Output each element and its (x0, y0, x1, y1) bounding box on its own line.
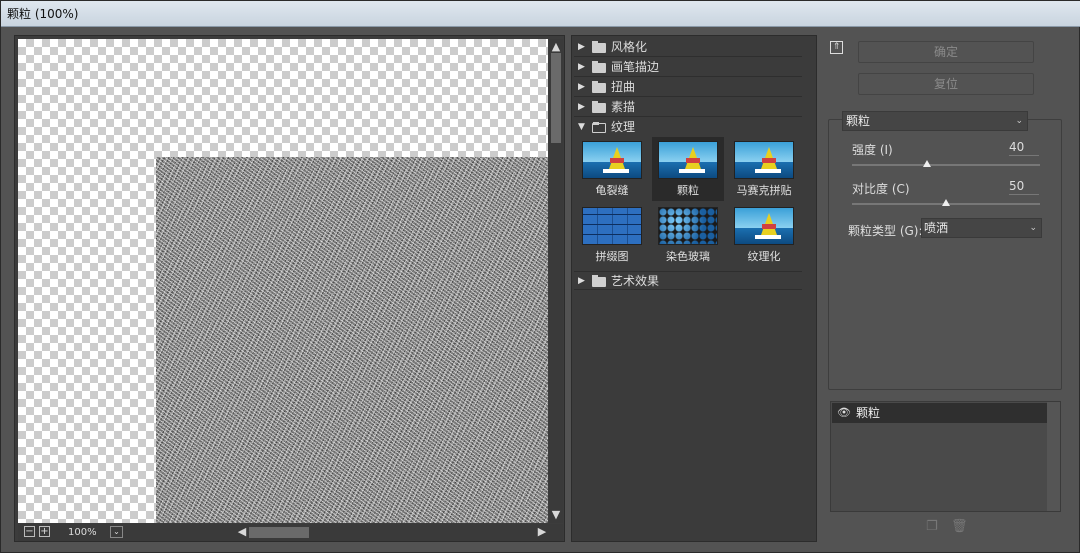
filter-gallery-window: 颗粒 (100%) ▲ ▼ − + 100% ⌄ ◀ ▶ ▶ 风格化 ▶ 画笔描… (0, 0, 1080, 553)
triangle-right-icon: ▶ (578, 42, 585, 52)
zoom-in-button[interactable]: + (39, 526, 50, 537)
intensity-label: 强度 (I) (852, 143, 893, 157)
horizontal-scrollbar[interactable]: ◀ ▶ (235, 525, 553, 540)
category-label: 风格化 (611, 40, 648, 54)
filter-label: 纹理化 (747, 250, 781, 263)
grain-type-select[interactable]: 喷洒 ⌄ (921, 218, 1042, 238)
filter-select-value: 颗粒 (846, 114, 871, 128)
filter-preview-image (734, 141, 794, 179)
triangle-right-icon: ▶ (578, 82, 585, 92)
window-title: 颗粒 (100%) (1, 1, 1080, 27)
filter-label: 颗粒 (677, 184, 699, 197)
open-folder-icon (592, 122, 606, 133)
filter-preview-image (582, 207, 642, 245)
chevron-down-icon: ⌄ (1015, 116, 1023, 126)
folder-icon (592, 61, 606, 73)
category-artistic[interactable]: ▶ 艺术效果 (574, 271, 802, 290)
contrast-value[interactable]: 50 (1009, 178, 1039, 195)
folder-icon (592, 81, 606, 93)
new-layer-icon[interactable]: ❐ (926, 519, 938, 534)
category-sketch[interactable]: ▶ 素描 (574, 98, 802, 117)
filter-preview-image (658, 141, 718, 179)
scroll-up-icon[interactable]: ▲ (549, 41, 563, 53)
category-label: 素描 (611, 100, 636, 114)
filter-gallery: ▶ 风格化 ▶ 画笔描边 ▶ 扭曲 ▶ 素描 ▼ 纹理 龟裂缝 颗粒 马赛克拼贴… (571, 35, 817, 542)
filter-thumb-grain[interactable]: 颗粒 (652, 137, 724, 201)
filter-label: 染色玻璃 (666, 250, 710, 263)
reset-button[interactable]: 复位 (858, 73, 1034, 95)
texture-filter-thumbnails: 龟裂缝 颗粒 马赛克拼贴 拼缀图 染色玻璃 纹理化 (574, 137, 802, 271)
effect-layer-name: 颗粒 (856, 406, 881, 420)
grain-preview-image (156, 157, 548, 523)
grain-type-label: 颗粒类型 (G): (848, 224, 923, 238)
folder-icon (592, 101, 606, 113)
layers-scrollbar[interactable] (1047, 402, 1060, 511)
vertical-scrollbar[interactable]: ▲ ▼ (549, 39, 563, 523)
eye-icon[interactable]: 👁 (836, 403, 852, 423)
effect-layer-row[interactable]: 👁 颗粒 (832, 403, 1047, 423)
category-stylize[interactable]: ▶ 风格化 (574, 38, 802, 57)
preview-bottom-bar: − + 100% ⌄ ◀ ▶ (18, 524, 563, 541)
filter-preview-image (582, 141, 642, 179)
filter-label: 马赛克拼贴 (736, 184, 792, 197)
filter-select[interactable]: 颗粒 ⌄ (842, 111, 1028, 131)
expand-collapse-icon[interactable]: ⇑ (830, 41, 843, 54)
triangle-down-icon: ▼ (578, 122, 585, 132)
category-label: 纹理 (611, 120, 636, 134)
filter-thumb-texturizer[interactable]: 纹理化 (728, 203, 800, 267)
filter-label: 龟裂缝 (595, 184, 629, 197)
contrast-slider-handle[interactable] (942, 199, 950, 206)
filter-preview-image (734, 207, 794, 245)
contrast-label: 对比度 (C) (852, 182, 910, 196)
preview-area: ▲ ▼ − + 100% ⌄ ◀ ▶ (14, 35, 565, 542)
category-label: 画笔描边 (611, 60, 660, 74)
intensity-slider[interactable] (852, 164, 1040, 166)
category-label: 扭曲 (611, 80, 636, 94)
filter-thumb-craquelure[interactable]: 龟裂缝 (576, 137, 648, 201)
folder-icon (592, 41, 606, 53)
filter-settings-panel (828, 119, 1062, 390)
category-distort[interactable]: ▶ 扭曲 (574, 78, 802, 97)
triangle-right-icon: ▶ (578, 102, 585, 112)
chevron-down-icon: ⌄ (1029, 223, 1037, 233)
intensity-value[interactable]: 40 (1009, 139, 1039, 156)
effect-layers-panel: 👁 颗粒 (830, 401, 1061, 512)
filter-label: 拼缀图 (595, 250, 629, 263)
folder-icon (592, 275, 606, 287)
scroll-left-icon[interactable]: ◀ (235, 526, 249, 538)
zoom-dropdown-chevron-icon[interactable]: ⌄ (110, 526, 123, 538)
category-label: 艺术效果 (611, 274, 660, 288)
triangle-right-icon: ▶ (578, 62, 585, 72)
horizontal-scroll-thumb[interactable] (249, 527, 309, 538)
triangle-right-icon: ▶ (578, 276, 585, 286)
ok-button[interactable]: 确定 (858, 41, 1034, 63)
filter-thumb-patchwork[interactable]: 拼缀图 (576, 203, 648, 267)
scroll-down-icon[interactable]: ▼ (549, 509, 563, 521)
grain-type-value: 喷洒 (924, 221, 949, 235)
category-texture[interactable]: ▼ 纹理 (574, 118, 802, 137)
vertical-scroll-thumb[interactable] (551, 53, 561, 143)
zoom-level: 100% (68, 527, 97, 538)
filter-thumb-stained-glass[interactable]: 染色玻璃 (652, 203, 724, 267)
intensity-slider-handle[interactable] (923, 160, 931, 167)
trash-icon[interactable]: 🗑 (951, 519, 968, 534)
filter-preview-image (658, 207, 718, 245)
category-brush-strokes[interactable]: ▶ 画笔描边 (574, 58, 802, 77)
preview-canvas[interactable] (18, 39, 548, 523)
zoom-out-button[interactable]: − (24, 526, 35, 537)
scroll-right-icon[interactable]: ▶ (535, 526, 549, 538)
filter-thumb-mosaic-tiles[interactable]: 马赛克拼贴 (728, 137, 800, 201)
